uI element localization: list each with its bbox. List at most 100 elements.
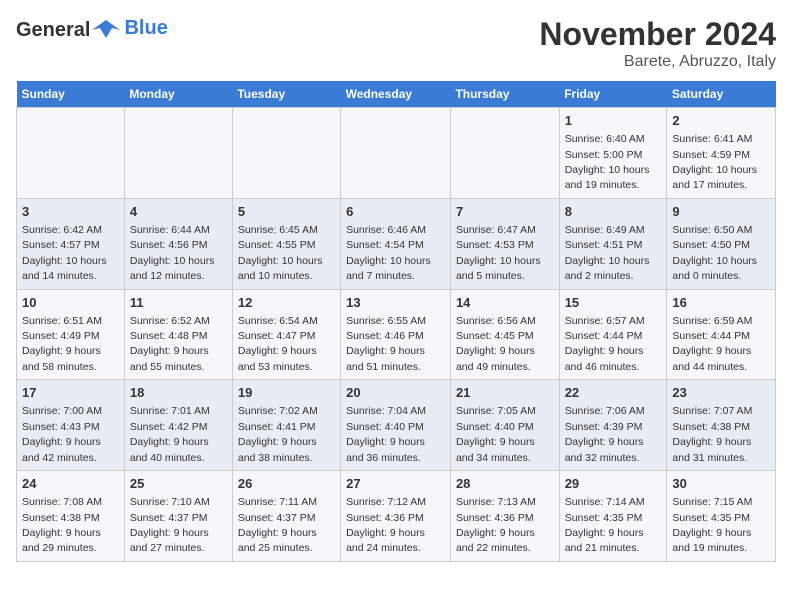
day-number: 19 — [238, 384, 335, 402]
title-block: November 2024 Barete, Abruzzo, Italy — [539, 16, 776, 71]
calendar-day-cell: 16 Sunrise: 6:59 AM Sunset: 4:44 PM Dayli… — [667, 289, 776, 380]
location-title: Barete, Abruzzo, Italy — [539, 53, 776, 71]
day-info: Sunrise: 7:05 AM Sunset: 4:40 PM Dayligh… — [456, 405, 536, 463]
calendar-day-cell: 29 Sunrise: 7:14 AM Sunset: 4:35 PM Dayli… — [559, 471, 667, 562]
day-number: 10 — [22, 294, 119, 312]
day-info: Sunrise: 7:10 AM Sunset: 4:37 PM Dayligh… — [130, 496, 210, 554]
calendar-body: 1 Sunrise: 6:40 AM Sunset: 5:00 PM Daylig… — [17, 108, 776, 562]
day-number: 24 — [22, 475, 119, 493]
day-info: Sunrise: 7:14 AM Sunset: 4:35 PM Dayligh… — [565, 496, 645, 554]
day-number: 18 — [130, 384, 227, 402]
day-number: 12 — [238, 294, 335, 312]
calendar-day-cell: 26 Sunrise: 7:11 AM Sunset: 4:37 PM Dayli… — [232, 471, 340, 562]
calendar-week-row: 17 Sunrise: 7:00 AM Sunset: 4:43 PM Dayli… — [17, 380, 776, 471]
day-number: 7 — [456, 203, 554, 221]
day-number: 3 — [22, 203, 119, 221]
day-number: 4 — [130, 203, 227, 221]
day-info: Sunrise: 6:41 AM Sunset: 4:59 PM Dayligh… — [672, 133, 757, 191]
day-info: Sunrise: 7:01 AM Sunset: 4:42 PM Dayligh… — [130, 405, 210, 463]
weekday-header-saturday: Saturday — [667, 81, 776, 108]
day-info: Sunrise: 7:04 AM Sunset: 4:40 PM Dayligh… — [346, 405, 426, 463]
day-info: Sunrise: 6:51 AM Sunset: 4:49 PM Dayligh… — [22, 315, 102, 373]
calendar-day-cell — [450, 108, 559, 199]
calendar-day-cell: 2Sunrise: 6:41 AM Sunset: 4:59 PM Daylig… — [667, 108, 776, 199]
day-info: Sunrise: 6:49 AM Sunset: 4:51 PM Dayligh… — [565, 224, 650, 282]
day-info: Sunrise: 6:55 AM Sunset: 4:46 PM Dayligh… — [346, 315, 426, 373]
day-info: Sunrise: 7:02 AM Sunset: 4:41 PM Dayligh… — [238, 405, 318, 463]
day-number: 23 — [672, 384, 770, 402]
day-number: 13 — [346, 294, 445, 312]
calendar-day-cell: 27Sunrise: 7:12 AM Sunset: 4:36 PM Dayli… — [341, 471, 451, 562]
calendar-day-cell — [124, 108, 232, 199]
day-info: Sunrise: 6:40 AM Sunset: 5:00 PM Dayligh… — [565, 133, 650, 191]
day-info: Sunrise: 6:56 AM Sunset: 4:45 PM Dayligh… — [456, 315, 536, 373]
day-info: Sunrise: 6:57 AM Sunset: 4:44 PM Dayligh… — [565, 315, 645, 373]
calendar-day-cell: 8 Sunrise: 6:49 AM Sunset: 4:51 PM Daylig… — [559, 198, 667, 289]
day-info: Sunrise: 7:11 AM Sunset: 4:37 PM Dayligh… — [238, 496, 317, 554]
calendar-day-cell: 10 Sunrise: 6:51 AM Sunset: 4:49 PM Dayli… — [17, 289, 125, 380]
day-info: Sunrise: 7:07 AM Sunset: 4:38 PM Dayligh… — [672, 405, 752, 463]
calendar-day-cell: 13 Sunrise: 6:55 AM Sunset: 4:46 PM Dayli… — [341, 289, 451, 380]
weekday-header-thursday: Thursday — [450, 81, 559, 108]
day-number: 8 — [565, 203, 662, 221]
calendar-table: SundayMondayTuesdayWednesdayThursdayFrid… — [16, 81, 776, 562]
day-info: Sunrise: 7:13 AM Sunset: 4:36 PM Dayligh… — [456, 496, 536, 554]
day-info: Sunrise: 6:45 AM Sunset: 4:55 PM Dayligh… — [238, 224, 323, 282]
day-number: 25 — [130, 475, 227, 493]
calendar-day-cell: 22Sunrise: 7:06 AM Sunset: 4:39 PM Dayli… — [559, 380, 667, 471]
day-number: 1 — [565, 112, 662, 130]
calendar-day-cell: 21 Sunrise: 7:05 AM Sunset: 4:40 PM Dayli… — [450, 380, 559, 471]
logo-blue: Blue — [122, 17, 167, 40]
calendar-day-cell: 18 Sunrise: 7:01 AM Sunset: 4:42 PM Dayli… — [124, 380, 232, 471]
calendar-week-row: 3 Sunrise: 6:42 AM Sunset: 4:57 PM Daylig… — [17, 198, 776, 289]
day-number: 28 — [456, 475, 554, 493]
calendar-day-cell: 6 Sunrise: 6:46 AM Sunset: 4:54 PM Daylig… — [341, 198, 451, 289]
calendar-day-cell: 5 Sunrise: 6:45 AM Sunset: 4:55 PM Daylig… — [232, 198, 340, 289]
day-number: 5 — [238, 203, 335, 221]
day-info: Sunrise: 6:54 AM Sunset: 4:47 PM Dayligh… — [238, 315, 318, 373]
day-info: Sunrise: 6:59 AM Sunset: 4:44 PM Dayligh… — [672, 315, 752, 373]
calendar-day-cell: 28 Sunrise: 7:13 AM Sunset: 4:36 PM Dayli… — [450, 471, 559, 562]
day-info: Sunrise: 6:46 AM Sunset: 4:54 PM Dayligh… — [346, 224, 431, 282]
day-number: 14 — [456, 294, 554, 312]
day-number: 29 — [565, 475, 662, 493]
weekday-header-sunday: Sunday — [17, 81, 125, 108]
calendar-day-cell: 25 Sunrise: 7:10 AM Sunset: 4:37 PM Dayli… — [124, 471, 232, 562]
day-number: 20 — [346, 384, 445, 402]
day-info: Sunrise: 6:52 AM Sunset: 4:48 PM Dayligh… — [130, 315, 210, 373]
page-header: General Blue November 2024 Barete, Abruz… — [16, 16, 776, 71]
weekday-header-wednesday: Wednesday — [341, 81, 451, 108]
day-info: Sunrise: 7:15 AM Sunset: 4:35 PM Dayligh… — [672, 496, 752, 554]
logo-general: General — [16, 20, 90, 40]
calendar-day-cell: 1 Sunrise: 6:40 AM Sunset: 5:00 PM Daylig… — [559, 108, 667, 199]
day-info: Sunrise: 7:00 AM Sunset: 4:43 PM Dayligh… — [22, 405, 102, 463]
month-title: November 2024 — [539, 16, 776, 53]
calendar-week-row: 24 Sunrise: 7:08 AM Sunset: 4:38 PM Dayli… — [17, 471, 776, 562]
calendar-day-cell: 12 Sunrise: 6:54 AM Sunset: 4:47 PM Dayli… — [232, 289, 340, 380]
day-info: Sunrise: 7:08 AM Sunset: 4:38 PM Dayligh… — [22, 496, 102, 554]
day-info: Sunrise: 7:06 AM Sunset: 4:39 PM Dayligh… — [565, 405, 645, 463]
weekday-header-row: SundayMondayTuesdayWednesdayThursdayFrid… — [17, 81, 776, 108]
logo-bird-icon — [92, 16, 120, 44]
calendar-day-cell — [341, 108, 451, 199]
day-number: 16 — [672, 294, 770, 312]
day-number: 27 — [346, 475, 445, 493]
calendar-day-cell: 23 Sunrise: 7:07 AM Sunset: 4:38 PM Dayli… — [667, 380, 776, 471]
day-number: 17 — [22, 384, 119, 402]
day-number: 21 — [456, 384, 554, 402]
day-number: 15 — [565, 294, 662, 312]
calendar-day-cell: 7Sunrise: 6:47 AM Sunset: 4:53 PM Daylig… — [450, 198, 559, 289]
calendar-day-cell: 24 Sunrise: 7:08 AM Sunset: 4:38 PM Dayli… — [17, 471, 125, 562]
calendar-day-cell: 14 Sunrise: 6:56 AM Sunset: 4:45 PM Dayli… — [450, 289, 559, 380]
calendar-day-cell: 3 Sunrise: 6:42 AM Sunset: 4:57 PM Daylig… — [17, 198, 125, 289]
day-number: 6 — [346, 203, 445, 221]
day-number: 11 — [130, 294, 227, 312]
calendar-week-row: 1 Sunrise: 6:40 AM Sunset: 5:00 PM Daylig… — [17, 108, 776, 199]
calendar-day-cell: 30Sunrise: 7:15 AM Sunset: 4:35 PM Dayli… — [667, 471, 776, 562]
calendar-day-cell: 4Sunrise: 6:44 AM Sunset: 4:56 PM Daylig… — [124, 198, 232, 289]
calendar-day-cell: 17 Sunrise: 7:00 AM Sunset: 4:43 PM Dayli… — [17, 380, 125, 471]
day-info: Sunrise: 6:50 AM Sunset: 4:50 PM Dayligh… — [672, 224, 757, 282]
day-info: Sunrise: 6:42 AM Sunset: 4:57 PM Dayligh… — [22, 224, 107, 282]
day-number: 26 — [238, 475, 335, 493]
calendar-day-cell: 20 Sunrise: 7:04 AM Sunset: 4:40 PM Dayli… — [341, 380, 451, 471]
